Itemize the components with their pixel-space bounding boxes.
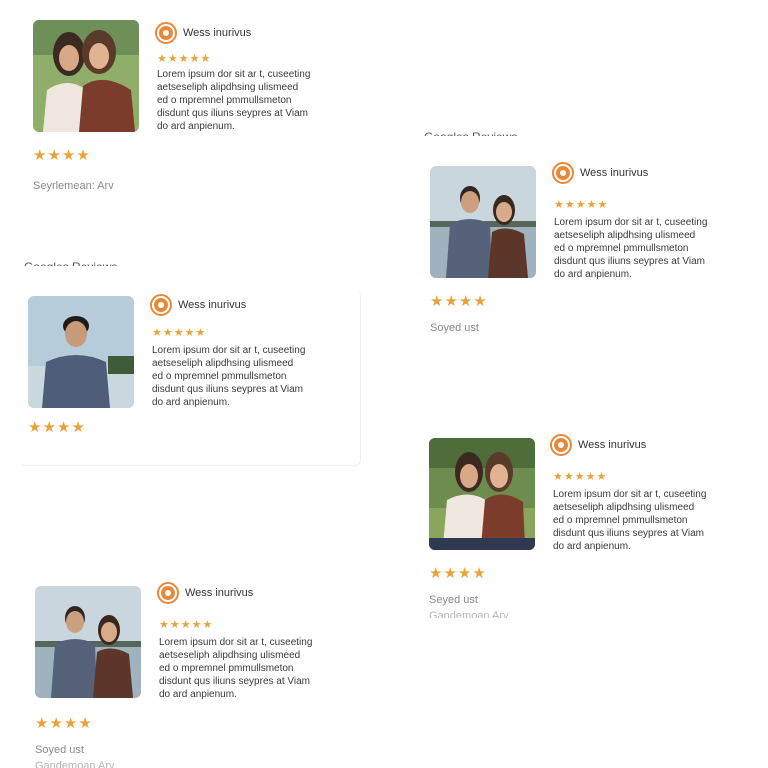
review-meta: Soyed ust (35, 744, 84, 756)
reviewer-photo (28, 296, 134, 408)
rating-stars: ★★★★★ (152, 327, 207, 339)
brand-logo-icon (550, 434, 572, 456)
review-card: Wess inurivus ★★★★★ Lorem ipsum dor sit … (35, 580, 355, 768)
review-card: Wess inurivus ★★★★★ Lorem ipsum dor sit … (430, 160, 750, 340)
reviewer-header: Wess inurivus (550, 432, 646, 458)
reviewer-photo (35, 586, 141, 698)
reviewer-name: Wess inurivus (183, 27, 252, 39)
brand-logo-icon (157, 582, 179, 604)
section-heading: Googles Reviews (24, 258, 154, 266)
review-meta: Seyrlemean: Arv (33, 180, 114, 192)
overall-rating-stars: ★★★★ (429, 565, 487, 582)
review-card: Wess inurivus ★★★★★ Lorem ipsum dor sit … (28, 292, 348, 442)
review-meta-secondary: Gandemoan Arv (35, 760, 115, 768)
reviewer-photo (430, 166, 536, 278)
two-women-photo (33, 20, 139, 132)
man-lake-photo (28, 296, 134, 408)
overall-rating-stars: ★★★★ (35, 715, 93, 732)
rating-stars: ★★★★★ (553, 471, 608, 483)
reviewer-photo (429, 438, 535, 550)
overall-rating-stars: ★★★★ (430, 293, 488, 310)
couple-lake-photo (430, 166, 536, 278)
overall-rating-stars: ★★★★ (33, 147, 91, 164)
reviewer-header: Wess inurivus (552, 160, 648, 186)
review-text: Lorem ipsum dor sit ar t, cuseeting aets… (152, 345, 306, 408)
review-meta: Soyed ust (430, 322, 479, 334)
review-text: Lorem ipsum dor sit ar t, cuseeting aets… (157, 69, 311, 132)
review-text: Lorem ipsum dor sit ar t, cuseeting aets… (159, 637, 313, 700)
reviewer-header: Wess inurivus (150, 292, 246, 318)
reviewer-header: Wess inurivus (157, 580, 253, 606)
review-card: Wess inurivus ★★★★★ Lorem ipsum dor sit … (33, 20, 353, 200)
review-meta: Seyed ust (429, 594, 478, 606)
rating-stars: ★★★★★ (554, 199, 609, 211)
rating-stars: ★★★★★ (157, 53, 212, 65)
review-text: Lorem ipsum dor sit ar t, cuseeting aets… (553, 489, 707, 552)
section-heading: Googles Reviews (424, 128, 554, 136)
reviewer-name: Wess inurivus (580, 167, 649, 179)
rating-stars: ★★★★★ (159, 619, 214, 631)
overall-rating-stars: ★★★★ (28, 419, 86, 436)
review-text: Lorem ipsum dor sit ar t, cuseeting aets… (554, 217, 708, 280)
brand-logo-icon (150, 294, 172, 316)
brand-logo-icon (155, 22, 177, 44)
review-card: Wess inurivus ★★★★★ Lorem ipsum dor sit … (429, 432, 749, 622)
couple-lake-photo (35, 586, 141, 698)
reviewer-name: Wess inurivus (185, 587, 254, 599)
reviewer-name: Wess inurivus (578, 439, 647, 451)
two-women-photo (429, 438, 535, 550)
reviewer-name: Wess inurivus (178, 299, 247, 311)
reviewer-header: Wess inurivus (155, 20, 251, 46)
brand-logo-icon (552, 162, 574, 184)
review-meta-secondary: Gandemoan Arv (429, 610, 509, 618)
reviewer-photo (33, 20, 139, 132)
